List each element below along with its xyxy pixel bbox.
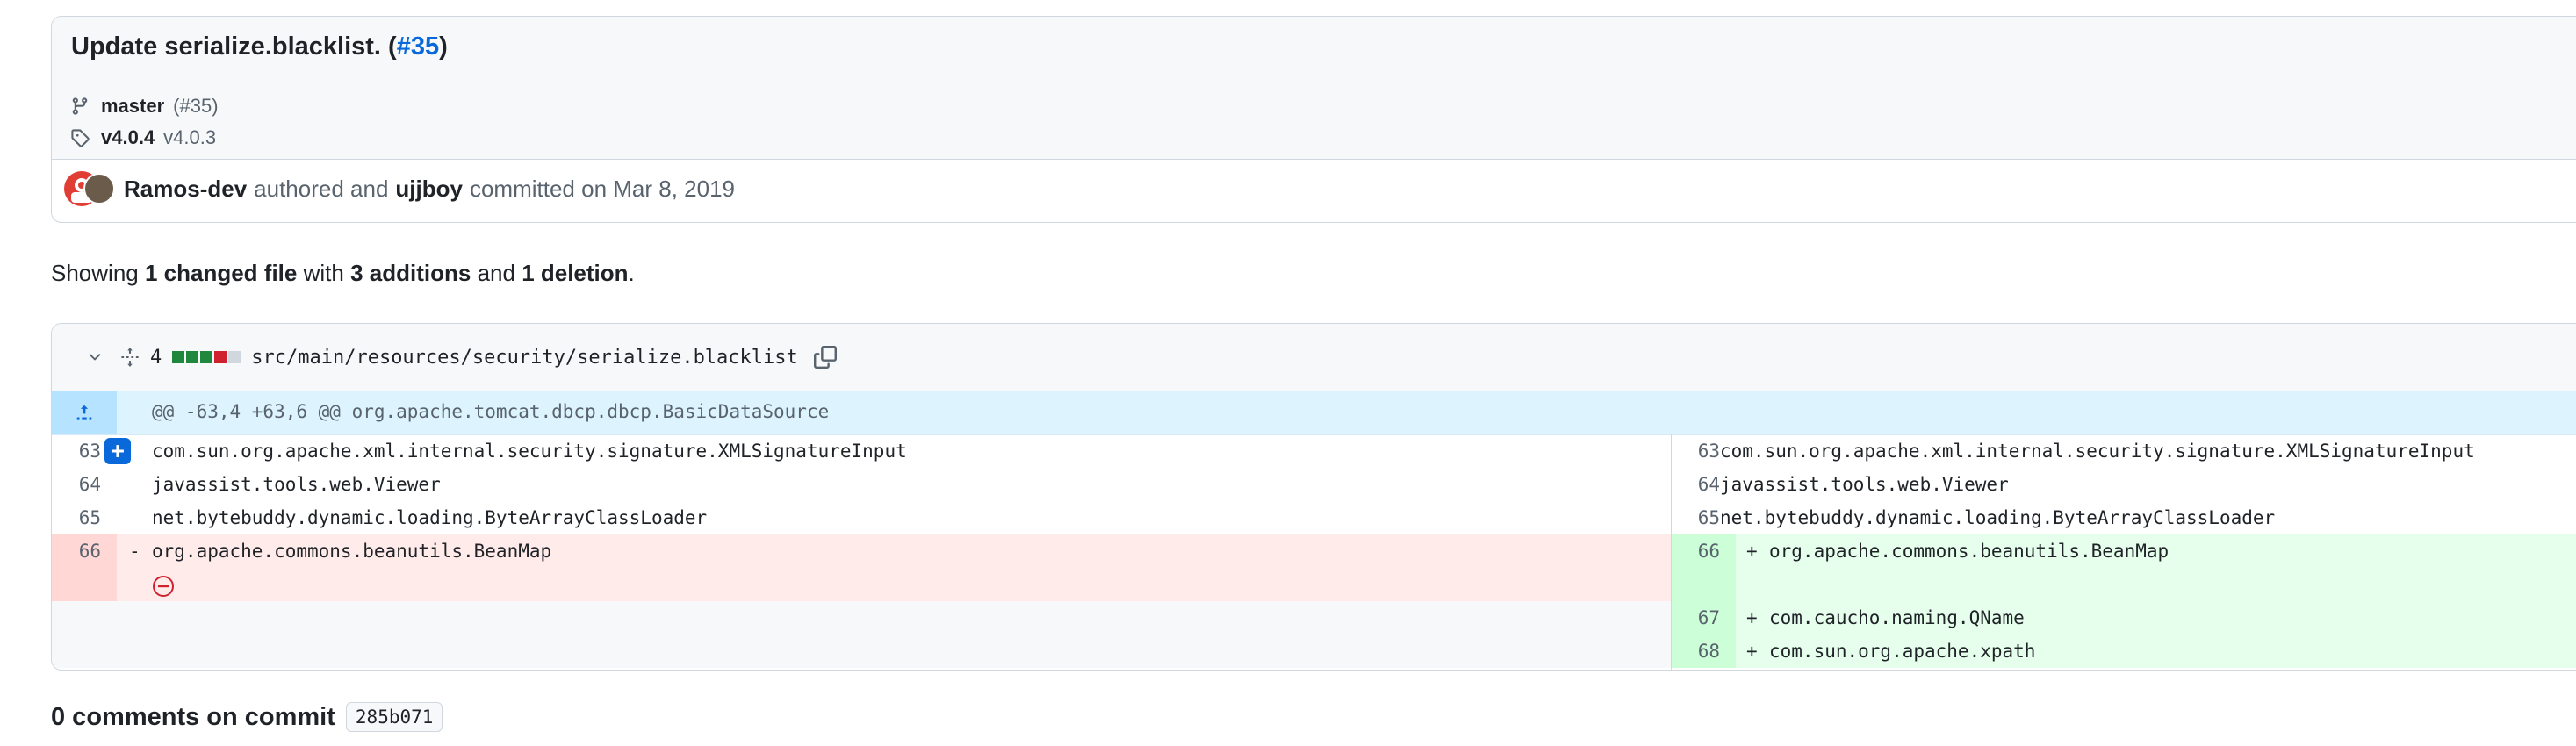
commit-title: Update serialize.blacklist. (#35)	[71, 32, 448, 61]
author-row: Ramos-dev authored and ujjboy committed …	[64, 169, 735, 208]
code-line-deleted: org.apache.commons.beanutils.BeanMap	[152, 541, 552, 562]
committed-date: committed on Mar 8, 2019	[469, 175, 736, 202]
code-line: javassist.tools.web.Viewer	[1720, 474, 2009, 495]
add-comment-button[interactable]: +	[104, 438, 131, 464]
change-count: 4	[150, 346, 162, 369]
expand-up-icon[interactable]	[52, 391, 117, 434]
line-number[interactable]: 65	[52, 501, 117, 534]
pr-link[interactable]: #35	[397, 32, 439, 61]
comments-label: 0 comments on commit	[51, 702, 335, 731]
summary-end: .	[628, 260, 635, 286]
diff-row: 65 net.bytebuddy.dynamic.loading.ByteArr…	[52, 501, 2576, 534]
copy-icon[interactable]	[812, 344, 838, 370]
line-number-added[interactable]: 68	[1671, 635, 1736, 668]
diffstat-bar	[172, 351, 241, 363]
diff-row-changed: 66 - org.apache.commons.beanutils.BeanMa…	[52, 534, 2576, 601]
commit-sha[interactable]: 285b071	[345, 702, 443, 732]
author-link[interactable]: Ramos-dev	[124, 176, 247, 203]
empty-cell	[52, 635, 1671, 668]
committer-link[interactable]: ujjboy	[395, 176, 463, 203]
tag-icon	[68, 126, 92, 150]
avatar-stack	[64, 169, 115, 208]
summary-additions: 3 additions	[350, 260, 471, 286]
branch-name[interactable]: master	[101, 95, 164, 118]
code-line-added: com.sun.org.apache.xpath	[1769, 641, 2036, 662]
summary-deletions: 1 deletion	[522, 260, 629, 286]
committer-avatar[interactable]	[83, 173, 115, 204]
empty-cell	[52, 601, 1671, 635]
summary-prefix: Showing	[51, 260, 139, 286]
code-line: net.bytebuddy.dynamic.loading.ByteArrayC…	[1720, 507, 2276, 528]
tags-row: v4.0.4 v4.0.3	[68, 126, 216, 150]
line-number-added[interactable]: 66	[1671, 534, 1736, 601]
added-sign: +	[1746, 541, 1758, 562]
summary-with: with	[303, 260, 344, 286]
minus-circle-icon	[152, 575, 175, 598]
diffstat-block	[214, 351, 227, 363]
added-sign: +	[1746, 641, 1758, 662]
summary-and: and	[477, 260, 515, 286]
commit-header: Update serialize.blacklist. (#35) master…	[51, 16, 2576, 223]
diffstat-block	[172, 351, 185, 363]
code-line: com.sun.org.apache.xml.internal.security…	[152, 441, 907, 462]
diff-summary: Showing 1 changed file with 3 additions …	[51, 260, 635, 287]
diff-row: 63 + com.sun.org.apache.xml.internal.sec…	[52, 434, 2576, 468]
diffstat-block	[228, 351, 241, 363]
deleted-sign: -	[129, 541, 140, 562]
comments-heading: 0 comments on commit 285b071	[51, 702, 443, 732]
diff-row: 64 javassist.tools.web.Viewer 64 javassi…	[52, 468, 2576, 501]
code-line: net.bytebuddy.dynamic.loading.ByteArrayC…	[152, 507, 708, 528]
diff-row-changed: 68 + com.sun.org.apache.xpath	[52, 635, 2576, 668]
commit-title-suffix: )	[439, 32, 448, 61]
summary-files: 1 changed file	[144, 260, 298, 286]
tag-primary[interactable]: v4.0.4	[101, 126, 155, 149]
commit-title-text: Update serialize.blacklist. (	[71, 32, 397, 61]
line-number-added[interactable]: 67	[1671, 601, 1736, 635]
branch-row: master (#35)	[68, 94, 219, 118]
hunk-text: @@ -63,4 +63,6 @@ org.apache.tomcat.dbcp…	[152, 401, 830, 422]
code-line: com.sun.org.apache.xml.internal.security…	[1720, 441, 2475, 462]
hunk-header: @@ -63,4 +63,6 @@ org.apache.tomcat.dbcp…	[52, 391, 2576, 435]
code-line-added: com.caucho.naming.QName	[1769, 607, 2025, 628]
line-number-deleted[interactable]: 66	[52, 534, 117, 601]
split-divider	[1671, 434, 1672, 670]
tag-secondary[interactable]: v4.0.3	[163, 126, 216, 149]
branch-ref[interactable]: (#35)	[173, 95, 218, 118]
code-line-added: org.apache.commons.beanutils.BeanMap	[1769, 541, 2169, 562]
file-header: 4 src/main/resources/security/serialize.…	[52, 324, 2576, 391]
chevron-down-icon[interactable]	[83, 346, 106, 369]
file-path[interactable]: src/main/resources/security/serialize.bl…	[251, 347, 798, 369]
diffstat-block	[200, 351, 213, 363]
diff-row-changed: 67 + com.caucho.naming.QName	[52, 601, 2576, 635]
authored-text: authored and	[254, 175, 389, 202]
line-number[interactable]: 64	[52, 468, 117, 501]
added-sign: +	[1746, 607, 1758, 628]
file-diff: 4 src/main/resources/security/serialize.…	[51, 323, 2576, 671]
commit-title-area: Update serialize.blacklist. (#35) master…	[52, 17, 2576, 160]
code-line: javassist.tools.web.Viewer	[152, 474, 441, 495]
expand-all-icon[interactable]	[119, 346, 141, 369]
diffstat-block	[186, 351, 199, 363]
git-branch-icon	[68, 94, 92, 118]
